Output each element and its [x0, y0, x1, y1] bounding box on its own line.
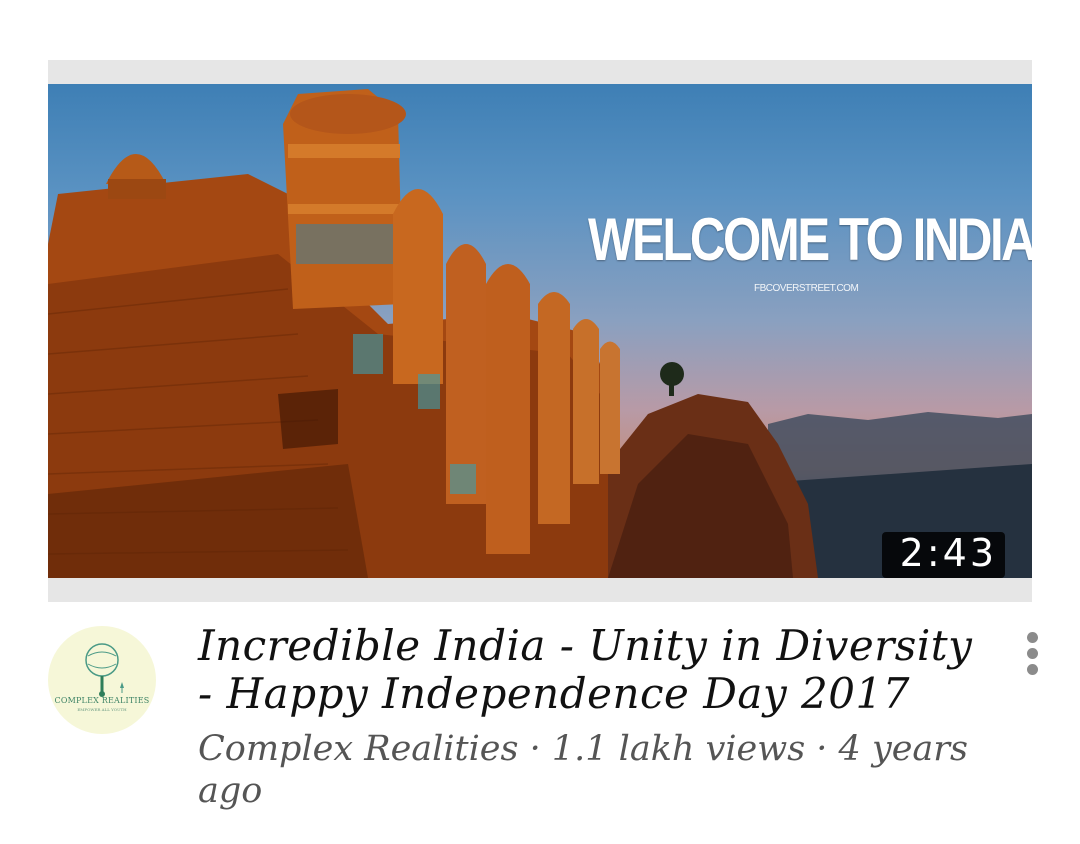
thumbnail-watermark: FBCOVERSTREET.COM	[754, 283, 859, 294]
globe-tree-icon	[85, 643, 124, 697]
video-title[interactable]: Incredible India - Unity in Diversity - …	[198, 622, 978, 718]
channel-avatar[interactable]: COMPLEX REALITIES EMPOWER ALL YOUTH	[48, 626, 156, 734]
video-thumbnail[interactable]: WELCOME TO INDIA! FBCOVERSTREET.COM 2:43	[48, 84, 1032, 578]
avatar-logo-tagline: EMPOWER ALL YOUTH	[77, 707, 127, 712]
video-subtitle: Complex Realities · 1.1 lakh views · 4 y…	[198, 729, 968, 811]
thumbnail-frame[interactable]: WELCOME TO INDIA! FBCOVERSTREET.COM 2:43	[48, 60, 1032, 602]
more-dot	[1026, 648, 1038, 659]
avatar-logo-text: COMPLEX REALITIES	[54, 696, 150, 705]
duration-badge: 2:43	[881, 532, 1005, 578]
thumbnail-headline: WELCOME TO INDIA!	[588, 206, 1032, 273]
more-dot	[1026, 632, 1038, 643]
more-dot	[1026, 664, 1038, 675]
video-card[interactable]: WELCOME TO INDIA! FBCOVERSTREET.COM 2:43…	[0, 0, 1080, 844]
thumbnail-fort-illustration	[48, 89, 1032, 578]
more-vertical-icon[interactable]	[1020, 632, 1044, 680]
